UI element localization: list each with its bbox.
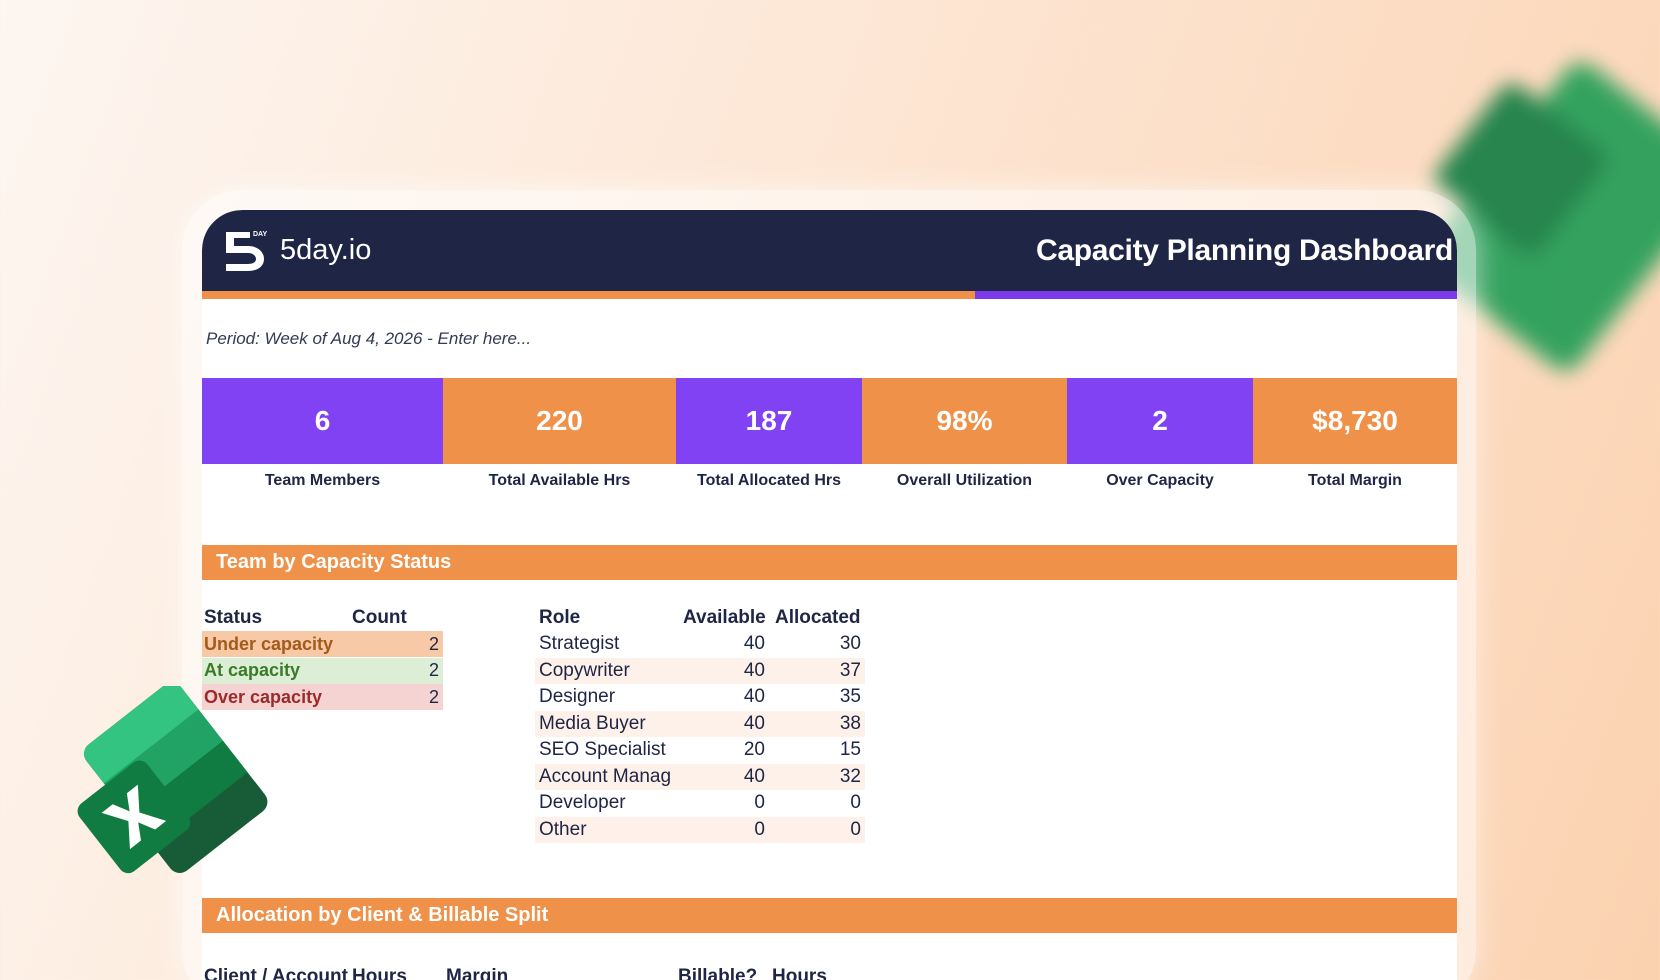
table-row[interactable]: Account Manag 40 32 <box>535 763 865 790</box>
role-allocated: 30 <box>839 633 861 655</box>
role-name: Media Buyer <box>539 712 646 734</box>
status-name: At capacity <box>204 660 301 680</box>
status-count: 2 <box>428 660 439 680</box>
brand-name: 5day.io <box>280 234 372 266</box>
header-available: Available <box>683 607 766 628</box>
kpi-label: Overall Utilization <box>896 472 1033 489</box>
header-hours-2: Hours <box>772 966 827 980</box>
role-available: 40 <box>743 633 765 655</box>
kpi-label: Over Capacity <box>1106 472 1214 489</box>
header-status: Status <box>204 607 263 628</box>
kpi-label: Total Available Hrs <box>488 472 631 489</box>
dashboard-title: Capacity Planning Dashboard <box>1036 233 1453 267</box>
brand: DAY 5day.io <box>222 228 371 274</box>
kpi-overall-utilization: 98% <box>862 378 1067 464</box>
table-row[interactable]: Media Buyer 40 38 <box>535 710 865 737</box>
role-allocated: 0 <box>850 818 861 840</box>
table-row[interactable]: Under capacity 2 <box>202 631 443 657</box>
role-available: 0 <box>754 792 765 814</box>
section-header-client-allocation: Allocation by Client & Billable Split <box>202 898 1457 933</box>
section-header-capacity-status: Team by Capacity Status <box>202 545 1457 580</box>
svg-text:DAY: DAY <box>253 231 267 238</box>
period-cell[interactable]: Period: Week of Aug 4, 2026 - Enter here… <box>202 299 1457 378</box>
spreadsheet: DAY 5day.io Capacity Planning Dashboard … <box>202 210 1457 980</box>
header-client: Client / Account <box>204 966 348 980</box>
brand-logo-icon: DAY <box>222 228 270 274</box>
role-allocated: 32 <box>839 765 861 787</box>
role-name: Account Manag <box>539 765 672 787</box>
role-table: Role Available Allocated Strategist 40 3… <box>535 605 865 843</box>
header-count: Count <box>352 607 407 628</box>
role-name: Designer <box>539 686 616 708</box>
allocation-table-header: Client / Account Hours Margin Billable? … <box>202 962 1457 980</box>
role-allocated: 15 <box>839 739 861 761</box>
header-billable: Billable? <box>678 966 758 980</box>
kpi-labels-row: Team Members Total Available Hrs Total A… <box>202 464 1457 498</box>
role-name: Copywriter <box>539 659 630 681</box>
role-table-header: Role Available Allocated <box>535 605 865 631</box>
table-row[interactable]: Strategist 40 30 <box>535 631 865 658</box>
kpi-over-capacity: 2 <box>1067 378 1253 464</box>
accent-stripe <box>202 291 1457 299</box>
role-available: 0 <box>754 818 765 840</box>
table-row[interactable]: At capacity 2 <box>202 657 443 684</box>
role-name: Strategist <box>539 633 620 655</box>
table-row[interactable]: Copywriter 40 37 <box>535 657 865 684</box>
header-hours: Hours <box>352 966 407 980</box>
role-allocated: 35 <box>839 686 861 708</box>
header-margin: Margin <box>446 966 509 980</box>
role-allocated: 0 <box>850 792 861 814</box>
kpi-label: Team Members <box>264 472 381 489</box>
kpi-total-available-hrs: 220 <box>443 378 676 464</box>
kpi-total-margin: $8,730 <box>1253 378 1457 464</box>
kpi-label: Total Allocated Hrs <box>696 472 842 489</box>
header-allocated: Allocated <box>775 607 861 628</box>
role-name: Other <box>539 818 587 840</box>
table-row[interactable]: SEO Specialist 20 15 <box>535 737 865 764</box>
role-name: Developer <box>539 792 626 814</box>
table-row[interactable]: Developer 0 0 <box>535 790 865 817</box>
role-available: 40 <box>743 765 765 787</box>
kpi-total-allocated-hrs: 187 <box>676 378 862 464</box>
table-row[interactable]: Other 0 0 <box>535 816 865 843</box>
role-allocated: 37 <box>839 659 861 681</box>
table-row[interactable]: Designer 40 35 <box>535 684 865 711</box>
top-bar: DAY 5day.io Capacity Planning Dashboard <box>202 210 1457 291</box>
header-role: Role <box>539 607 581 628</box>
role-name: SEO Specialist <box>539 739 666 761</box>
status-count: 2 <box>428 686 439 707</box>
role-available: 40 <box>743 712 765 734</box>
status-table-header: Status Count <box>202 605 443 631</box>
role-available: 20 <box>743 739 765 761</box>
status-count: 2 <box>428 633 439 654</box>
excel-logo-icon <box>62 682 272 896</box>
kpi-team-members: 6 <box>202 378 443 464</box>
role-allocated: 38 <box>839 712 861 734</box>
status-name: Under capacity <box>204 633 334 654</box>
kpi-row: 6 220 187 98% 2 $8,730 <box>202 378 1457 464</box>
kpi-label: Total Margin <box>1308 472 1402 489</box>
role-available: 40 <box>743 686 765 708</box>
role-available: 40 <box>743 659 765 681</box>
